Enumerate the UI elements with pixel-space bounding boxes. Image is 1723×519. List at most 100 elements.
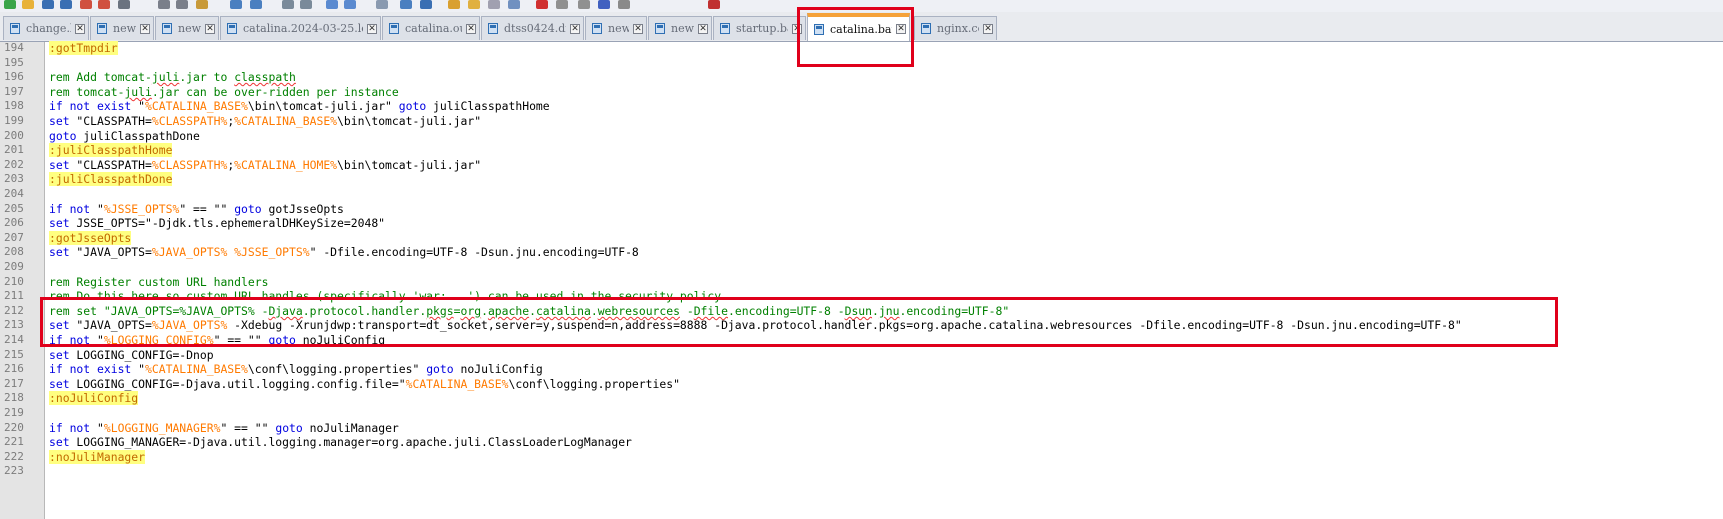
- code-line[interactable]: 199 set "CLASSPATH=%CLASSPATH%;%CATALINA_…: [0, 113, 1723, 129]
- close-icon[interactable]: ✕: [792, 23, 802, 34]
- file-icon: [720, 23, 730, 34]
- close-icon[interactable]: ✕: [205, 23, 215, 34]
- function-list-icon[interactable]: [488, 0, 500, 9]
- document-map-icon[interactable]: [448, 0, 460, 9]
- zoom-in-icon[interactable]: [326, 0, 338, 9]
- close-icon[interactable]: ✕: [983, 23, 993, 34]
- code-line[interactable]: 201:juliClasspathHome: [0, 142, 1723, 158]
- code-token: " == "": [213, 333, 269, 347]
- code-line[interactable]: 203:juliClasspathDone: [0, 171, 1723, 187]
- indent-guide-icon[interactable]: [420, 0, 432, 9]
- comment-token: .jar to: [179, 70, 235, 85]
- tab-new-1[interactable]: new 1 ✕: [90, 16, 154, 40]
- tab-dtss0424-dmp[interactable]: dtss0424.dmp ✕: [481, 16, 584, 40]
- close-icon[interactable]: ✕: [466, 23, 476, 34]
- keyword-token: set: [49, 318, 70, 333]
- file-icon: [921, 23, 931, 34]
- folder-icon[interactable]: [468, 0, 480, 9]
- code-line[interactable]: 208 set "JAVA_OPTS=%JAVA_OPTS% %JSSE_OPTS…: [0, 244, 1723, 260]
- line-number: 202: [4, 157, 24, 171]
- tab-label: catalina.out: [405, 22, 462, 35]
- tab-catalina-bat[interactable]: catalina.bat ✕: [807, 13, 910, 41]
- code-line[interactable]: 194:gotTmpdir: [0, 40, 1723, 56]
- tab-label: catalina.2024-03-25.log: [243, 22, 363, 35]
- close-all-icon[interactable]: [98, 0, 110, 9]
- code-line[interactable]: 198 if not exist "%CATALINA_BASE%\bin\tom…: [0, 98, 1723, 114]
- code-line[interactable]: 213 set "JAVA_OPTS=%JAVA_OPTS% -Xdebug -X…: [0, 317, 1723, 333]
- save-icon[interactable]: [42, 0, 54, 9]
- code-token: \conf\logging.properties": [247, 362, 427, 377]
- code-line[interactable]: 196 rem Add tomcat-juli.jar to classpath: [0, 69, 1723, 85]
- save-all-icon[interactable]: [60, 0, 72, 9]
- save-macro-icon[interactable]: [618, 0, 630, 9]
- code-line[interactable]: 219: [0, 405, 1723, 421]
- close-icon[interactable]: [80, 0, 92, 9]
- undo-icon[interactable]: [230, 0, 242, 9]
- code-line[interactable]: 216 if not exist "%CATALINA_BASE%\conf\lo…: [0, 361, 1723, 377]
- find-icon[interactable]: [282, 0, 294, 9]
- print-icon[interactable]: [118, 0, 130, 9]
- close-icon[interactable]: ✕: [75, 23, 85, 34]
- code-line[interactable]: 206 set JSSE_OPTS="-Djdk.tls.ephemeralDHK…: [0, 215, 1723, 231]
- zoom-out-icon[interactable]: [344, 0, 356, 9]
- close-icon[interactable]: ✕: [633, 23, 643, 34]
- code-line[interactable]: 207:gotJsseOpts: [0, 230, 1723, 246]
- record-macro-icon[interactable]: [536, 0, 548, 9]
- code-line[interactable]: 212 rem set "JAVA_OPTS=%JAVA_OPTS% -Djava…: [0, 303, 1723, 319]
- tab-change-log[interactable]: change.log ✕: [3, 16, 89, 40]
- code-line[interactable]: 204: [0, 186, 1723, 202]
- cut-icon[interactable]: [158, 0, 170, 9]
- code-line[interactable]: 205 if not "%JSSE_OPTS%" == "" goto gotJs…: [0, 201, 1723, 217]
- code-line[interactable]: 220 if not "%LOGGING_MANAGER%" == "" goto…: [0, 420, 1723, 436]
- redo-icon[interactable]: [250, 0, 262, 9]
- tab-catalina-2024-03-25-log[interactable]: catalina.2024-03-25.log ✕: [220, 16, 381, 40]
- code-line[interactable]: 214 if not "%LOGGING_CONFIG%" == "" goto …: [0, 332, 1723, 348]
- spellcheck-icon[interactable]: [708, 0, 720, 9]
- code-line[interactable]: 200 goto juliClasspathDone: [0, 128, 1723, 144]
- code-editor[interactable]: 194:gotTmpdir 195 196 rem Add tomcat-juli.j…: [0, 40, 1723, 519]
- tab-new-4[interactable]: new 4 ✕: [648, 16, 712, 40]
- close-icon[interactable]: ✕: [698, 23, 708, 34]
- comment-token: .encoding=UTF-8": [899, 303, 1010, 318]
- line-number: 217: [4, 376, 24, 390]
- code-line[interactable]: 218:noJuliConfig: [0, 390, 1723, 406]
- copy-icon[interactable]: [176, 0, 188, 9]
- code-line[interactable]: 197 rem tomcat-juli.jar can be over-ridde…: [0, 84, 1723, 100]
- code-line[interactable]: 195: [0, 55, 1723, 71]
- code-line[interactable]: 221 set LOGGING_MANAGER=-Djava.util.loggi…: [0, 434, 1723, 450]
- sync-icon[interactable]: [376, 0, 388, 9]
- open-file-icon[interactable]: [22, 0, 34, 9]
- monitor-icon[interactable]: [508, 0, 520, 9]
- tab-startup-bat[interactable]: startup.bat ✕: [713, 16, 806, 40]
- code-line[interactable]: 209: [0, 259, 1723, 275]
- tab-new-3[interactable]: new 3 ✕: [585, 16, 647, 40]
- close-icon[interactable]: ✕: [367, 23, 377, 34]
- new-file-icon[interactable]: [4, 0, 16, 9]
- code-line[interactable]: 217 set LOGGING_CONFIG=-Djava.util.loggin…: [0, 376, 1723, 392]
- run-macro-icon[interactable]: [598, 0, 610, 9]
- file-icon: [488, 23, 498, 34]
- code-line[interactable]: 222:noJuliManager: [0, 449, 1723, 465]
- tab-label: catalina.bat: [830, 22, 892, 36]
- line-number: 218: [4, 391, 24, 405]
- stop-macro-icon[interactable]: [556, 0, 568, 9]
- tab-new-2[interactable]: new 2 ✕: [155, 16, 219, 40]
- play-macro-icon[interactable]: [578, 0, 590, 9]
- code-line[interactable]: 215 set LOGGING_CONFIG=-Dnop: [0, 347, 1723, 363]
- code-line[interactable]: 211 rem Do this here so custom URL handle…: [0, 288, 1723, 304]
- line-number: 206: [4, 216, 24, 230]
- tab-catalina-out[interactable]: catalina.out ✕: [382, 16, 480, 40]
- keyword-token: goto: [49, 128, 77, 143]
- wrap-icon[interactable]: [400, 0, 412, 9]
- comment-token: Dfile: [693, 303, 728, 318]
- code-line[interactable]: 202 set "CLASSPATH=%CLASSPATH%;%CATALINA_…: [0, 157, 1723, 173]
- close-icon[interactable]: ✕: [140, 23, 150, 34]
- code-line[interactable]: 223: [0, 463, 1723, 479]
- replace-icon[interactable]: [300, 0, 312, 9]
- variable-token: %JSSE_OPTS%: [234, 245, 310, 260]
- close-icon[interactable]: ✕: [570, 23, 580, 34]
- close-icon[interactable]: ✕: [896, 24, 906, 34]
- code-line[interactable]: 210 rem Register custom URL handlers: [0, 274, 1723, 290]
- tab-nginx-conf[interactable]: nginx.conf ✕: [914, 16, 997, 40]
- paste-icon[interactable]: [196, 0, 208, 9]
